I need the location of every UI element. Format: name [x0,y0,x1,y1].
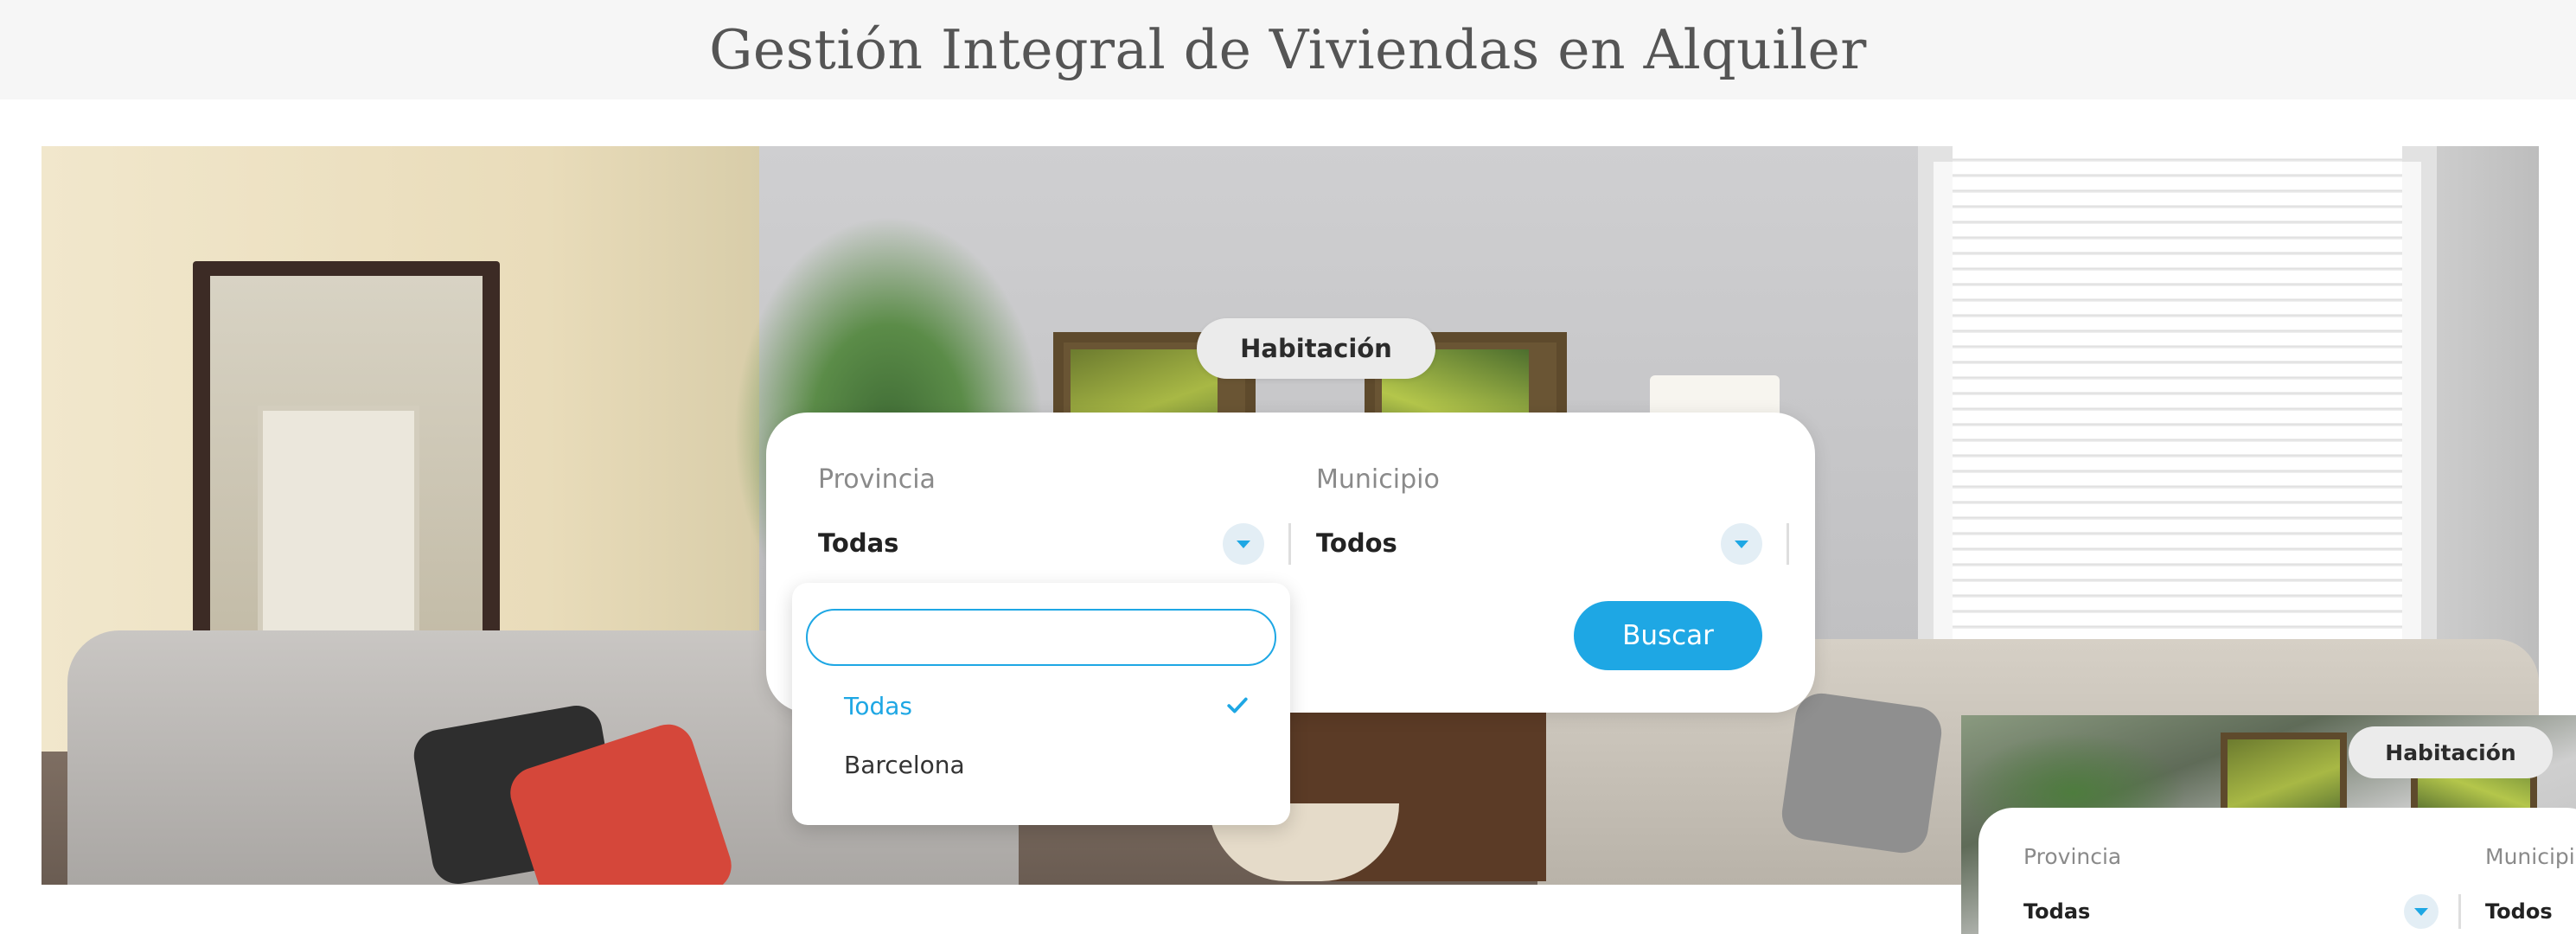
hero-pillow-gray [1778,689,1946,857]
preview-municipio-value[interactable]: Todos [2485,899,2553,924]
secondary-preview: Habitación Provincia Todas Municipio Tod… [1961,715,2576,934]
preview-provincia-value[interactable]: Todas [2023,899,2090,924]
municipio-label: Municipio [1316,464,1440,495]
dropdown-option-label: Todas [844,692,912,720]
provincia-dropdown-panel: Todas Barcelona [792,583,1290,825]
field-divider [1787,523,1789,565]
page-header: Gestión Integral de Viviendas en Alquile… [0,0,2576,99]
dropdown-search-input[interactable] [806,609,1276,666]
buscar-button[interactable]: Buscar [1574,601,1762,670]
caret-down-icon [1237,540,1250,548]
dropdown-option-todas[interactable]: Todas [792,678,1290,733]
field-divider [1288,523,1291,565]
hero-blinds [1953,146,2402,656]
dropdown-option-barcelona[interactable]: Barcelona [792,737,1290,792]
preview-tab-habitacion[interactable]: Habitación [2349,726,2553,778]
preview-provincia-dropdown-toggle[interactable] [2404,894,2439,929]
check-icon [1227,697,1248,713]
municipio-value[interactable]: Todos [1316,528,1397,558]
page-title: Gestión Integral de Viviendas en Alquile… [709,18,1867,81]
caret-down-icon [2414,907,2428,916]
tab-habitacion[interactable]: Habitación [1197,318,1435,379]
caret-down-icon [1735,540,1748,548]
provincia-label: Provincia [818,464,936,495]
dropdown-option-label: Barcelona [844,751,965,779]
preview-provincia-label: Provincia [2023,844,2122,869]
field-divider [2458,894,2461,929]
provincia-dropdown-toggle[interactable] [1223,523,1264,565]
provincia-value[interactable]: Todas [818,528,898,558]
preview-search-card: Provincia Todas Municipio Todos [1978,808,2576,934]
preview-municipio-label: Municipio [2485,844,2576,869]
municipio-dropdown-toggle[interactable] [1721,523,1762,565]
